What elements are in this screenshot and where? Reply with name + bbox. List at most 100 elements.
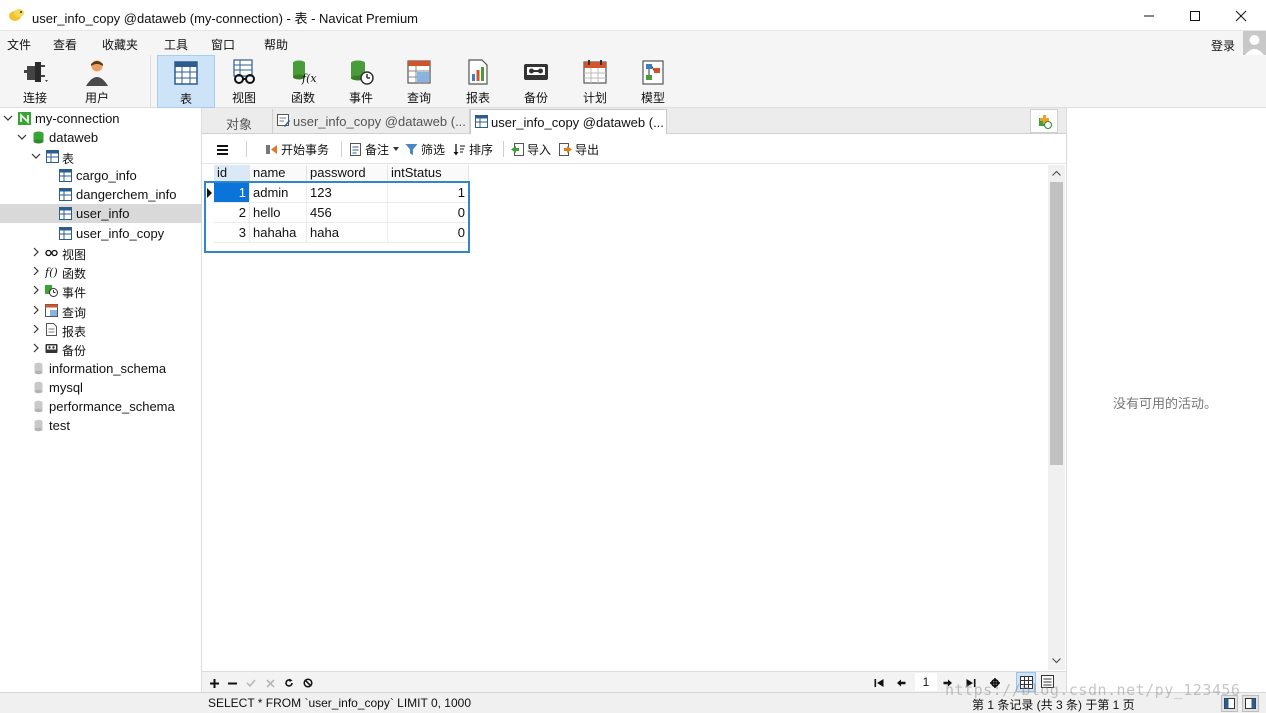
tree-database-closed[interactable]: performance_schema [0, 397, 202, 416]
new-tab-button[interactable] [1030, 109, 1058, 133]
tab-objects[interactable]: 对象 [202, 109, 273, 134]
menu-help[interactable]: 帮助 [264, 36, 288, 53]
menu-file[interactable]: 文件 [7, 36, 31, 53]
tab-design[interactable]: user_info_copy @dataweb (... [273, 109, 470, 134]
query-label: 查询 [406, 91, 431, 105]
minimize-button[interactable] [1126, 0, 1172, 31]
menu-button[interactable] [216, 141, 232, 157]
column-header-id[interactable]: id [214, 165, 250, 182]
filter-button[interactable]: 筛选 [405, 141, 445, 157]
vertical-scrollbar[interactable] [1048, 165, 1065, 670]
cell-password[interactable]: haha [307, 223, 388, 243]
tree-backups-group[interactable]: 备份 [0, 339, 202, 358]
tree-table-item[interactable]: dangerchem_info [0, 185, 202, 204]
cell-password[interactable]: 123 [307, 183, 388, 203]
login-link[interactable]: 登录 [1211, 37, 1235, 54]
previous-page-button[interactable] [894, 676, 908, 690]
event-button[interactable]: 事件 [332, 55, 390, 108]
tree-views-group[interactable]: 视图 [0, 243, 202, 262]
cell-id[interactable]: 2 [214, 203, 250, 223]
apply-changes-button[interactable] [244, 676, 258, 690]
tree-table-item[interactable]: cargo_info [0, 166, 202, 185]
cell-name[interactable]: hahaha [250, 223, 307, 243]
function-button[interactable]: f(x) 函数 [274, 55, 332, 108]
tab-data[interactable]: user_info_copy @dataweb (... [470, 109, 667, 134]
query-button[interactable]: 查询 [390, 55, 448, 108]
close-button[interactable] [1218, 0, 1264, 31]
schedule-button[interactable]: 计划 [566, 55, 624, 108]
tree-database[interactable]: dataweb [0, 128, 202, 147]
tree-database-label: mysql [49, 380, 83, 395]
scroll-up-icon[interactable] [1051, 168, 1062, 179]
stop-button[interactable] [301, 676, 315, 690]
calendar-icon [583, 60, 607, 84]
menu-window[interactable]: 窗口 [211, 36, 235, 53]
maximize-button[interactable] [1172, 0, 1218, 31]
refresh-button[interactable] [282, 676, 296, 690]
scrollbar-thumb[interactable] [1050, 182, 1063, 465]
page-number-input[interactable]: 1 [915, 673, 937, 691]
chevron-down-icon [31, 153, 41, 159]
tree-reports-group[interactable]: 报表 [0, 320, 202, 339]
tree-table-item[interactable]: user_info_copy [0, 224, 202, 243]
database-closed-icon [34, 400, 43, 413]
delete-record-button[interactable] [225, 676, 239, 690]
tree-queries-group[interactable]: 查询 [0, 301, 202, 320]
report-button[interactable]: 报表 [449, 55, 507, 108]
backup-tape-icon [524, 64, 548, 80]
connect-button[interactable]: 连接 [6, 55, 64, 108]
menu-favorites[interactable]: 收藏夹 [102, 36, 138, 53]
tree-table-item-selected[interactable]: user_info [0, 204, 202, 223]
chevron-right-icon [33, 343, 39, 353]
cell-id[interactable]: 1 [214, 183, 250, 203]
first-page-button[interactable] [872, 676, 886, 690]
tree-database-closed[interactable]: mysql [0, 378, 202, 397]
cell-intstatus[interactable]: 1 [388, 183, 469, 203]
note-button[interactable]: 备注 [349, 141, 403, 157]
table-button[interactable]: 表 [157, 55, 215, 108]
sort-button[interactable]: 排序 [453, 141, 493, 157]
tab-bar: 对象 user_info_copy @dataweb (... user_inf… [202, 108, 1066, 134]
tree-table-label: user_info [76, 206, 130, 221]
toggle-right-panel-button[interactable] [1242, 695, 1259, 712]
tree-database-closed[interactable]: test [0, 416, 202, 435]
panel-right-icon [1245, 698, 1256, 709]
tree-table-label: cargo_info [76, 168, 137, 183]
connect-label: 连接 [22, 91, 47, 105]
add-record-button[interactable] [207, 676, 221, 690]
menu-tools[interactable]: 工具 [164, 36, 188, 53]
tree-events-group[interactable]: 事件 [0, 281, 202, 300]
title-bar: user_info_copy @dataweb (my-connection) … [0, 0, 1266, 31]
chevron-down-icon [3, 115, 13, 121]
import-button[interactable]: 导入 [511, 141, 551, 157]
tree-functions-group[interactable]: f() 函数 [0, 262, 202, 281]
plug-icon [24, 62, 48, 82]
scroll-down-icon[interactable] [1051, 655, 1062, 666]
column-header-intstatus[interactable]: intStatus [388, 165, 469, 182]
main-toolbar: 连接 用户 表 视图 f(x 函数 事件 查询 报表 备份 计划 模型 [0, 55, 1266, 108]
cell-intstatus[interactable]: 0 [388, 203, 469, 223]
discard-changes-button[interactable] [263, 676, 277, 690]
column-header-name[interactable]: name [250, 165, 307, 182]
tree-connection[interactable]: my-connection [0, 109, 202, 128]
menu-view[interactable]: 查看 [53, 36, 77, 53]
tree-tables-group[interactable]: 表 [0, 147, 202, 166]
backup-button[interactable]: 备份 [507, 55, 565, 108]
view-button[interactable]: 视图 [215, 55, 273, 108]
database-closed-icon [34, 362, 43, 375]
tree-database-closed[interactable]: information_schema [0, 359, 202, 378]
user-button[interactable]: 用户 [68, 55, 126, 108]
cell-name[interactable]: admin [250, 183, 307, 203]
cell-password[interactable]: 456 [307, 203, 388, 223]
column-header-password[interactable]: password [307, 165, 388, 182]
first-page-icon [874, 679, 884, 687]
table-design-icon [277, 114, 290, 127]
cell-name[interactable]: hello [250, 203, 307, 223]
begin-transaction-button[interactable]: 开始事务 [265, 141, 329, 157]
data-grid[interactable]: id name password intStatus 1 admin 123 1… [204, 165, 1049, 670]
avatar[interactable] [1243, 31, 1266, 55]
cell-id[interactable]: 3 [214, 223, 250, 243]
export-button[interactable]: 导出 [559, 141, 599, 157]
cell-intstatus[interactable]: 0 [388, 223, 469, 243]
model-button[interactable]: 模型 [624, 55, 682, 108]
